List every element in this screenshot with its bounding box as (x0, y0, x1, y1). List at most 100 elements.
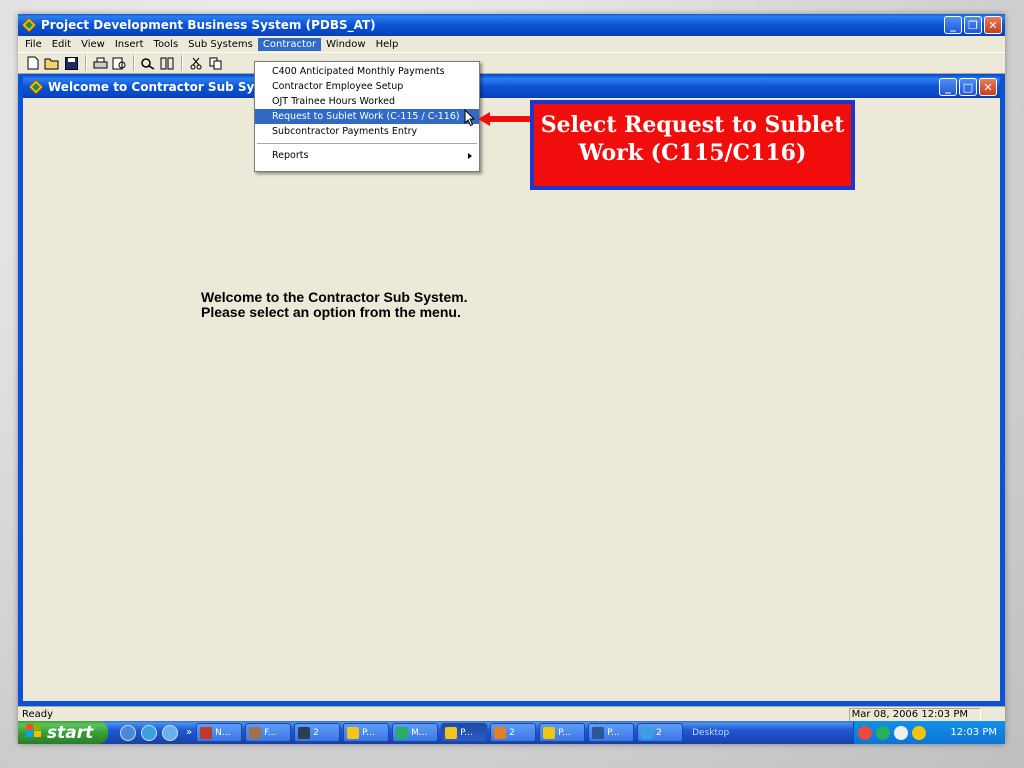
child-close-button[interactable]: ✕ (979, 78, 997, 96)
toolbar-separator (181, 55, 183, 71)
child-minimize-button[interactable]: _ (939, 78, 957, 96)
menu-bar: File Edit View Insert Tools Sub Systems … (18, 36, 1005, 52)
welcome-line-1: Welcome to the Contractor Sub System. (201, 289, 468, 305)
menu-item-subcontractor-payments[interactable]: Subcontractor Payments Entry (255, 124, 479, 139)
child-title-bar[interactable]: Welcome to Contractor Sub System _ □ ✕ (23, 76, 1000, 98)
child-maximize-button[interactable]: □ (959, 78, 977, 96)
mdi-client-area: Welcome to Contractor Sub System _ □ ✕ W… (18, 74, 1005, 706)
tray-network-icon[interactable] (858, 725, 872, 740)
child-window-title: Welcome to Contractor Sub System (48, 80, 288, 94)
menu-separator (257, 143, 477, 144)
toolbar (18, 52, 1005, 74)
open-folder-icon[interactable] (43, 55, 61, 71)
callout-arrow-icon (478, 112, 532, 129)
task-app-icon (200, 726, 213, 739)
start-button[interactable]: start (18, 721, 108, 744)
menu-window[interactable]: Window (321, 38, 370, 51)
cut-icon[interactable] (187, 55, 205, 71)
task-label: F... (264, 727, 277, 738)
welcome-line-2: Please select an option from the menu. (201, 304, 461, 320)
print-preview-icon[interactable] (110, 55, 128, 71)
menu-insert[interactable]: Insert (110, 38, 149, 51)
task-button-7[interactable]: 2 (490, 723, 537, 742)
taskbar: start » N... F... 2 P... M... P... 2 P..… (18, 721, 1005, 744)
menu-tools[interactable]: Tools (149, 38, 184, 51)
task-label: P... (460, 727, 473, 738)
restore-button[interactable]: ❐ (964, 16, 982, 34)
find-icon[interactable] (139, 55, 157, 71)
save-icon[interactable] (62, 55, 80, 71)
task-label: N... (215, 727, 231, 738)
window-title: Project Development Business System (PDB… (41, 18, 376, 32)
toolbar-separator (85, 55, 87, 71)
windows-flag-icon (26, 723, 42, 743)
app-diamond-icon (29, 80, 43, 94)
tray-antivirus-icon[interactable] (876, 725, 890, 740)
task-app-icon (543, 726, 556, 739)
status-datetime: Mar 08, 2006 12:03 PM (848, 708, 981, 722)
menu-sub-systems[interactable]: Sub Systems (183, 38, 258, 51)
menu-item-ojt-hours[interactable]: OJT Trainee Hours Worked (255, 94, 479, 109)
menu-item-reports-label: Reports (272, 150, 309, 161)
task-label: P... (558, 727, 571, 738)
contractor-dropdown-menu: C400 Anticipated Monthly Payments Contra… (254, 61, 480, 172)
task-app-icon (641, 726, 654, 739)
task-button-2[interactable]: F... (245, 723, 292, 742)
tray-volume-icon[interactable] (894, 725, 908, 740)
menu-edit[interactable]: Edit (47, 38, 76, 51)
task-app-icon (396, 726, 409, 739)
quicklaunch-search-icon[interactable] (162, 724, 178, 741)
menu-contractor[interactable]: Contractor (257, 37, 322, 51)
task-label: P... (362, 727, 375, 738)
instruction-callout: Select Request to Sublet Work (C115/C116… (530, 100, 855, 190)
close-button[interactable]: ✕ (984, 16, 1002, 34)
welcome-message: Welcome to the Contractor Sub System. Pl… (201, 290, 468, 320)
task-button-5[interactable]: M... (392, 723, 439, 742)
task-button-1[interactable]: N... (196, 723, 243, 742)
callout-line-2: Work (C115/C116) (578, 140, 807, 166)
status-text: Ready (22, 708, 54, 720)
app-diamond-icon (22, 18, 36, 32)
menu-item-reports[interactable]: Reports (255, 148, 479, 163)
submenu-arrow-icon (468, 153, 472, 159)
system-tray: 12:03 PM (853, 721, 1005, 744)
toolbar-separator (133, 55, 135, 71)
status-bar: Ready Mar 08, 2006 12:03 PM (18, 706, 1005, 722)
task-label: 2 (509, 727, 515, 738)
task-app-icon (249, 726, 262, 739)
print-icon[interactable] (91, 55, 109, 71)
desktop-toolbar-label[interactable]: Desktop (692, 728, 729, 738)
minimize-button[interactable]: _ (944, 16, 962, 34)
task-label: 2 (313, 727, 319, 738)
task-button-3[interactable]: 2 (294, 723, 341, 742)
menu-item-request-sublet[interactable]: Request to Sublet Work (C-115 / C-116) (255, 109, 479, 124)
menu-item-employee-setup[interactable]: Contractor Employee Setup (255, 79, 479, 94)
quicklaunch-media-icon[interactable] (120, 724, 136, 741)
task-label: P... (607, 727, 620, 738)
columns-icon[interactable] (158, 55, 176, 71)
mouse-cursor-icon (464, 108, 476, 130)
quicklaunch-ie-icon[interactable] (141, 724, 157, 741)
chevron-double-right-icon[interactable]: » (186, 727, 192, 738)
quick-launch (120, 724, 178, 741)
tray-update-icon[interactable] (912, 725, 926, 740)
task-button-9[interactable]: P... (588, 723, 635, 742)
menu-view[interactable]: View (76, 38, 110, 51)
copy-icon[interactable] (206, 55, 224, 71)
menu-file[interactable]: File (20, 38, 47, 51)
title-bar[interactable]: Project Development Business System (PDB… (18, 14, 1005, 36)
task-button-10[interactable]: 2 (637, 723, 684, 742)
task-app-icon (592, 726, 605, 739)
menu-item-c400-payments[interactable]: C400 Anticipated Monthly Payments (255, 64, 479, 79)
tray-clock[interactable]: 12:03 PM (950, 727, 997, 738)
task-label: 2 (656, 727, 662, 738)
task-button-8[interactable]: P... (539, 723, 586, 742)
task-button-4[interactable]: P... (343, 723, 390, 742)
task-app-icon (298, 726, 311, 739)
task-app-icon (347, 726, 360, 739)
new-document-icon[interactable] (24, 55, 42, 71)
callout-line-1: Select Request to Sublet (540, 112, 845, 138)
menu-help[interactable]: Help (371, 38, 404, 51)
task-button-6[interactable]: P... (441, 723, 488, 742)
task-app-icon (494, 726, 507, 739)
